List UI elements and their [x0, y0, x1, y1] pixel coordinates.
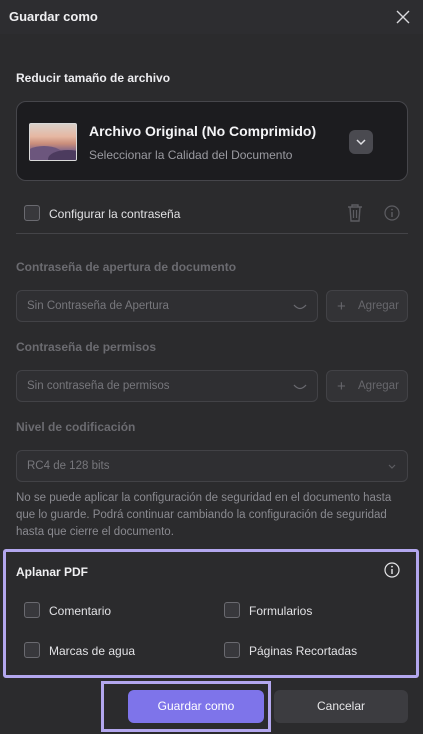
- open-password-select[interactable]: Sin Contraseña de Apertura: [16, 290, 318, 322]
- security-note: No se puede aplicar la configuración de …: [16, 492, 392, 538]
- compression-option-title: Archivo Original (No Comprimido): [89, 123, 317, 139]
- encryption-level-title: Nivel de codificación: [16, 420, 136, 434]
- open-password-add-label: Agregar: [358, 300, 399, 312]
- open-password-add-button[interactable]: + Agregar: [326, 290, 408, 322]
- flatten-forms-checkbox[interactable]: [224, 602, 240, 618]
- info-icon[interactable]: [384, 205, 400, 224]
- permission-password-title: Contraseña de permisos: [16, 340, 157, 354]
- compression-quality-card[interactable]: Archivo Original (No Comprimido) Selecci…: [16, 101, 408, 181]
- plus-icon: +: [337, 378, 346, 395]
- flatten-cropped-pages-checkbox[interactable]: [224, 642, 240, 658]
- close-icon[interactable]: [392, 6, 414, 28]
- open-password-title: Contraseña de apertura de documento: [16, 260, 237, 274]
- flatten-pdf-title: Aplanar PDF: [16, 565, 89, 579]
- encryption-level-select[interactable]: RC4 de 128 bits: [16, 450, 408, 482]
- section-divider: [16, 233, 408, 234]
- permission-password-add-button[interactable]: + Agregar: [326, 370, 408, 402]
- permission-password-value: Sin contraseña de permisos: [27, 380, 170, 392]
- info-icon[interactable]: [384, 562, 400, 581]
- save-as-button[interactable]: Guardar como: [128, 690, 264, 723]
- flatten-watermarks-label: Marcas de agua: [49, 644, 136, 658]
- title-bar: Guardar como: [0, 0, 423, 34]
- flatten-forms-label: Formularios: [249, 604, 313, 618]
- flatten-comments-checkbox[interactable]: [24, 602, 40, 618]
- compress-section-title: Reducir tamaño de archivo: [16, 71, 171, 85]
- cancel-button[interactable]: Cancelar: [274, 690, 408, 723]
- password-checkbox[interactable]: [24, 205, 40, 221]
- chevron-down-icon[interactable]: [349, 130, 373, 154]
- plus-icon: +: [337, 298, 346, 315]
- trash-icon[interactable]: [346, 203, 364, 226]
- encryption-level-value: RC4 de 128 bits: [27, 460, 110, 472]
- dialog-title: Guardar como: [9, 9, 98, 24]
- document-thumbnail: [29, 123, 77, 161]
- flatten-watermarks-checkbox[interactable]: [24, 642, 40, 658]
- flatten-cropped-pages-label: Páginas Recortadas: [249, 644, 358, 658]
- chevron-down-icon: [388, 464, 396, 469]
- permission-password-select[interactable]: Sin contraseña de permisos: [16, 370, 318, 402]
- compression-option-subtitle: Seleccionar la Calidad del Documento: [89, 148, 293, 162]
- password-checkbox-label: Configurar la contraseña: [49, 207, 181, 221]
- open-password-value: Sin Contraseña de Apertura: [27, 300, 169, 312]
- flatten-comments-label: Comentario: [49, 604, 112, 618]
- chevron-down-icon: [293, 304, 307, 310]
- permission-password-add-label: Agregar: [358, 380, 399, 392]
- chevron-down-icon: [293, 384, 307, 390]
